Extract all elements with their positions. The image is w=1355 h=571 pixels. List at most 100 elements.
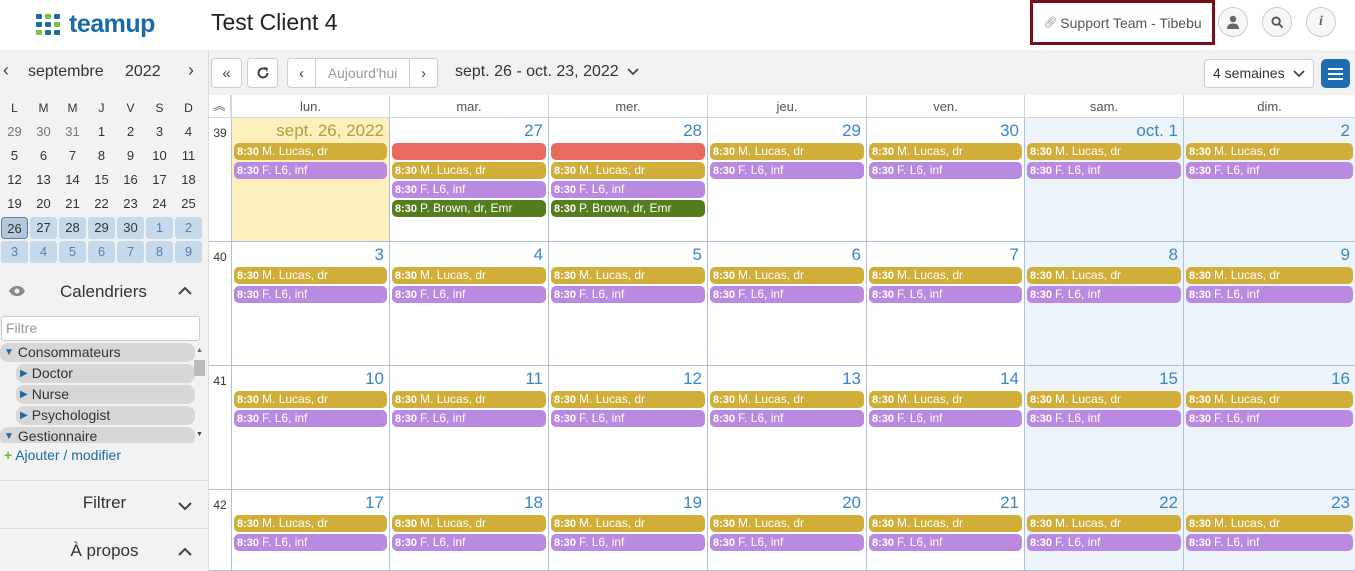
- event[interactable]: 8:30 F. L6, inf: [1027, 410, 1181, 427]
- mini-day[interactable]: 6: [29, 145, 58, 167]
- event[interactable]: 8:30 F. L6, inf: [392, 410, 546, 427]
- day-cell[interactable]: 22 8:30 M. Lucas, dr 8:30 F. L6, inf: [1024, 490, 1183, 570]
- mini-day[interactable]: 5: [59, 241, 86, 263]
- event[interactable]: 8:30 P. Brown, dr, Emr: [392, 200, 546, 217]
- event[interactable]: 8:30 M. Lucas, dr: [869, 143, 1022, 160]
- day-cell[interactable]: 9 8:30 M. Lucas, dr 8:30 F. L6, inf: [1183, 242, 1355, 365]
- day-number[interactable]: sept. 26, 2022: [276, 121, 384, 141]
- day-number[interactable]: 7: [1010, 245, 1019, 265]
- calendar-list-item[interactable]: ▶ Nurse: [16, 385, 195, 404]
- day-number[interactable]: 3: [375, 245, 384, 265]
- mini-day[interactable]: 6: [88, 241, 115, 263]
- event[interactable]: 8:30 F. L6, inf: [869, 286, 1022, 303]
- event[interactable]: 8:30 M. Lucas, dr: [869, 267, 1022, 284]
- event[interactable]: 8:30 M. Lucas, dr: [1186, 391, 1353, 408]
- day-cell[interactable]: 14 8:30 M. Lucas, dr 8:30 F. L6, inf: [866, 366, 1024, 489]
- week-number[interactable]: 39: [209, 118, 231, 241]
- event[interactable]: 8:30 M. Lucas, dr: [1186, 143, 1353, 160]
- event[interactable]: 8:30 F. L6, inf: [869, 534, 1022, 551]
- event[interactable]: 8:30 F. L6, inf: [234, 286, 387, 303]
- mini-day[interactable]: 4: [174, 121, 203, 143]
- event[interactable]: [551, 143, 705, 160]
- event[interactable]: [392, 143, 546, 160]
- calendar-list-item[interactable]: ▼ Gestionnaire: [0, 427, 195, 443]
- event[interactable]: 8:30 M. Lucas, dr: [392, 391, 546, 408]
- view-mode-select[interactable]: 4 semaines: [1204, 59, 1314, 88]
- day-cell[interactable]: oct. 1 8:30 M. Lucas, dr 8:30 F. L6, inf: [1024, 118, 1183, 241]
- day-number[interactable]: 27: [524, 121, 543, 141]
- day-number[interactable]: 5: [693, 245, 702, 265]
- mini-day[interactable]: 25: [174, 193, 203, 215]
- event[interactable]: 8:30 F. L6, inf: [551, 286, 705, 303]
- mini-next-month-button[interactable]: ›: [188, 60, 194, 81]
- calendars-section-header[interactable]: Calendriers: [0, 280, 209, 304]
- day-number[interactable]: 10: [365, 369, 384, 389]
- event[interactable]: 8:30 F. L6, inf: [392, 181, 546, 198]
- day-cell[interactable]: 5 8:30 M. Lucas, dr 8:30 F. L6, inf: [548, 242, 707, 365]
- day-cell[interactable]: sept. 26, 2022 8:30 M. Lucas, dr 8:30 F. L6,…: [231, 118, 389, 241]
- date-range-picker[interactable]: sept. 26 - oct. 23, 2022: [455, 63, 639, 81]
- mini-day[interactable]: 8: [146, 241, 173, 263]
- day-cell[interactable]: 28 8:30 M. Lucas, dr 8:30 F. L6, inf 8:30 P. B…: [548, 118, 707, 241]
- mini-day[interactable]: 24: [145, 193, 174, 215]
- day-number[interactable]: 23: [1331, 493, 1350, 513]
- mini-month-label[interactable]: septembre: [28, 63, 104, 81]
- mini-day[interactable]: 29: [0, 121, 29, 143]
- day-number[interactable]: 15: [1159, 369, 1178, 389]
- day-cell[interactable]: 23 8:30 M. Lucas, dr 8:30 F. L6, inf: [1183, 490, 1355, 570]
- day-cell[interactable]: 13 8:30 M. Lucas, dr 8:30 F. L6, inf: [707, 366, 866, 489]
- next-period-button[interactable]: ›: [409, 58, 438, 88]
- mini-day[interactable]: 16: [116, 169, 145, 191]
- event[interactable]: 8:30 M. Lucas, dr: [1027, 515, 1181, 532]
- mini-day[interactable]: 14: [58, 169, 87, 191]
- mini-day[interactable]: 12: [0, 169, 29, 191]
- day-cell[interactable]: 11 8:30 M. Lucas, dr 8:30 F. L6, inf: [389, 366, 548, 489]
- scroll-up-icon[interactable]: ▲: [196, 347, 203, 354]
- today-button[interactable]: Aujourd'hui: [315, 58, 410, 88]
- mini-day[interactable]: 29: [88, 217, 115, 239]
- event[interactable]: 8:30 F. L6, inf: [551, 410, 705, 427]
- mini-day[interactable]: 23: [116, 193, 145, 215]
- event[interactable]: 8:30 M. Lucas, dr: [392, 267, 546, 284]
- day-number[interactable]: oct. 1: [1136, 121, 1178, 141]
- mini-day[interactable]: 7: [58, 145, 87, 167]
- event[interactable]: 8:30 M. Lucas, dr: [392, 515, 546, 532]
- event[interactable]: 8:30 F. L6, inf: [1027, 534, 1181, 551]
- week-number[interactable]: 40: [209, 242, 231, 365]
- mini-day[interactable]: 17: [145, 169, 174, 191]
- day-number[interactable]: 22: [1159, 493, 1178, 513]
- event[interactable]: 8:30 F. L6, inf: [710, 286, 864, 303]
- day-cell[interactable]: 15 8:30 M. Lucas, dr 8:30 F. L6, inf: [1024, 366, 1183, 489]
- day-cell[interactable]: 3 8:30 M. Lucas, dr 8:30 F. L6, inf: [231, 242, 389, 365]
- event[interactable]: 8:30 F. L6, inf: [710, 162, 864, 179]
- chevron-down-icon[interactable]: [178, 498, 192, 514]
- event[interactable]: 8:30 P. Brown, dr, Emr: [551, 200, 705, 217]
- scrollbar-thumb[interactable]: [194, 360, 205, 376]
- mini-day[interactable]: 18: [174, 169, 203, 191]
- mini-day[interactable]: 31: [58, 121, 87, 143]
- event[interactable]: 8:30 F. L6, inf: [869, 162, 1022, 179]
- event[interactable]: 8:30 M. Lucas, dr: [710, 143, 864, 160]
- account-button[interactable]: [1218, 7, 1248, 37]
- week-number[interactable]: 41: [209, 366, 231, 489]
- day-cell[interactable]: 30 8:30 M. Lucas, dr 8:30 F. L6, inf: [866, 118, 1024, 241]
- event[interactable]: 8:30 M. Lucas, dr: [1027, 143, 1181, 160]
- day-cell[interactable]: 16 8:30 M. Lucas, dr 8:30 F. L6, inf: [1183, 366, 1355, 489]
- mini-day[interactable]: 22: [87, 193, 116, 215]
- mini-day[interactable]: 3: [145, 121, 174, 143]
- event[interactable]: 8:30 F. L6, inf: [1027, 162, 1181, 179]
- day-cell[interactable]: 20 8:30 M. Lucas, dr 8:30 F. L6, inf: [707, 490, 866, 570]
- event[interactable]: 8:30 F. L6, inf: [1186, 162, 1353, 179]
- event[interactable]: 8:30 M. Lucas, dr: [234, 515, 387, 532]
- day-cell[interactable]: 19 8:30 M. Lucas, dr 8:30 F. L6, inf: [548, 490, 707, 570]
- mini-day[interactable]: 19: [0, 193, 29, 215]
- day-number[interactable]: 29: [842, 121, 861, 141]
- day-number[interactable]: 30: [1000, 121, 1019, 141]
- event[interactable]: 8:30 F. L6, inf: [392, 534, 546, 551]
- day-number[interactable]: 19: [683, 493, 702, 513]
- mini-day[interactable]: 15: [87, 169, 116, 191]
- day-cell[interactable]: 8 8:30 M. Lucas, dr 8:30 F. L6, inf: [1024, 242, 1183, 365]
- chevron-up-icon[interactable]: [178, 544, 192, 560]
- mini-day[interactable]: 9: [175, 241, 202, 263]
- event[interactable]: 8:30 F. L6, inf: [1186, 286, 1353, 303]
